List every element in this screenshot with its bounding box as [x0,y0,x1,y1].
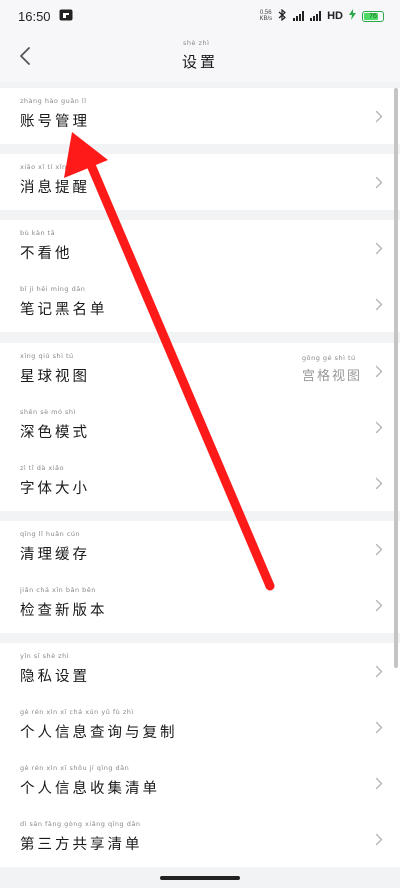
settings-item[interactable]: qīng lǐ huǎn cún 清理缓存 [0,521,400,577]
chevron-right-icon [374,542,384,556]
settings-item-pinyin: zì tǐ dà xiǎo [20,463,64,472]
settings-item[interactable]: jiǎn chá xīn bǎn běn 检查新版本 [0,577,400,633]
chevron-right-icon [374,476,384,490]
status-bar: 16:50 0.56 KB/s HD 76 [0,0,400,32]
settings-item[interactable]: xiāo xī tí xǐng 消息提醒 [0,154,400,210]
settings-group: bù kàn tā 不看他 bǐ jì hēi míng dān 笔记黑名单 [0,220,400,332]
settings-item[interactable]: xīng qiú shì tú 星球视图 gōng gé shì tú 宫格视图 [0,343,400,399]
settings-item-pinyin: yǐn sī shè zhì [20,651,70,660]
settings-item[interactable]: bǐ jì hēi míng dān 笔记黑名单 [0,276,400,332]
scrollbar[interactable] [394,88,398,668]
settings-item-pinyin: gè rén xìn xī chá xún yǔ fù zhì [20,707,134,716]
chevron-right-icon [374,297,384,311]
chevron-right-icon [374,109,384,123]
chevron-right-icon [374,598,384,612]
settings-group: zhàng hào guǎn lǐ 账号管理 [0,88,400,144]
settings-item-pinyin: gè rén xìn xī shōu jí qīng dān [20,763,130,772]
settings-item-label: shēn sè mó shì 深色模式 [20,407,90,441]
settings-item[interactable]: zì tǐ dà xiǎo 字体大小 [0,455,400,511]
chevron-right-icon [374,664,384,678]
settings-item-pinyin: qīng lǐ huǎn cún [20,529,81,538]
settings-item[interactable]: yǐn sī shè zhì 隐私设置 [0,643,400,699]
settings-group: xīng qiú shì tú 星球视图 gōng gé shì tú 宫格视图 shē… [0,343,400,511]
bluetooth-icon [278,8,287,24]
settings-group: xiāo xī tí xǐng 消息提醒 [0,154,400,210]
chevron-right-icon [374,420,384,434]
settings-item[interactable]: zhàng hào guǎn lǐ 账号管理 [0,88,400,144]
settings-item[interactable]: shēn sè mó shì 深色模式 [0,399,400,455]
chevron-right-icon [374,776,384,790]
nav-bar: shè zhì 设置 [0,32,400,82]
settings-item-pinyin: bù kàn tā [20,228,56,237]
settings-group: qīng lǐ huǎn cún 清理缓存 jiǎn chá xīn bǎn běn… [0,521,400,633]
charging-icon [349,9,356,23]
settings-item-pinyin: jiǎn chá xīn bǎn běn [20,585,96,594]
settings-item-label: bǐ jì hēi míng dān 笔记黑名单 [20,284,108,318]
settings-item-label: gè rén xìn xī shōu jí qīng dān 个人信息收集清单 [20,763,160,797]
chevron-right-icon [374,720,384,734]
settings-item-label: bù kàn tā 不看他 [20,228,73,262]
settings-item-label: dì sān fāng gòng xiǎng qīng dān 第三方共享清单 [20,819,143,853]
signal-icon [293,11,305,21]
settings-item-pinyin: dì sān fāng gòng xiǎng qīng dān [20,819,141,828]
settings-item-label: zhàng hào guǎn lǐ 账号管理 [20,96,90,130]
settings-item-pinyin: zhàng hào guǎn lǐ [20,96,87,105]
status-time: 16:50 [18,8,51,24]
settings-item[interactable]: gè rén xìn xī chá xún yǔ fù zhì 个人信息查询与复制 [0,699,400,755]
settings-item-label: gè rén xìn xī chá xún yǔ fù zhì 个人信息查询与复制 [20,707,178,741]
battery-level: 76 [369,12,377,20]
chevron-right-icon [374,241,384,255]
settings-item[interactable]: bù kàn tā 不看他 [0,220,400,276]
back-button[interactable] [10,41,40,71]
settings-item-label: xiāo xī tí xǐng 消息提醒 [20,162,90,196]
chevron-right-icon [374,832,384,846]
network-type: HD [327,10,343,22]
settings-item-pinyin: shēn sè mó shì [20,407,76,416]
settings-item[interactable]: dì sān fāng gòng xiǎng qīng dān 第三方共享清单 [0,811,400,867]
settings-item-value: gōng gé shì tú 宫格视图 [301,353,362,384]
settings-item-pinyin: xīng qiú shì tú [20,351,74,360]
settings-item-label: yǐn sī shè zhì 隐私设置 [20,651,90,685]
home-indicator[interactable] [160,876,240,880]
network-speed: 0.56 KB/s [259,10,273,22]
chevron-left-icon [20,47,30,65]
settings-group: yǐn sī shè zhì 隐私设置 gè rén xìn xī chá xún … [0,643,400,867]
page-title: shè zhì 设置 [181,38,218,71]
settings-item[interactable]: gè rén xìn xī shōu jí qīng dān 个人信息收集清单 [0,755,400,811]
signal-icon-2 [310,11,322,21]
chevron-right-icon [374,364,384,378]
page-title-pinyin: shè zhì [182,38,210,47]
settings-item-pinyin: xiāo xī tí xǐng [20,162,72,171]
settings-item-pinyin: bǐ jì hēi míng dān [20,284,86,293]
settings-item-label: xīng qiú shì tú 星球视图 [20,351,90,385]
settings-item-label: jiǎn chá xīn bǎn běn 检查新版本 [20,585,108,619]
chevron-right-icon [374,175,384,189]
settings-item-label: qīng lǐ huǎn cún 清理缓存 [20,529,90,563]
settings-item-label: zì tǐ dà xiǎo 字体大小 [20,463,90,497]
notification-icon [59,9,73,24]
battery-icon: 76 [362,10,384,22]
